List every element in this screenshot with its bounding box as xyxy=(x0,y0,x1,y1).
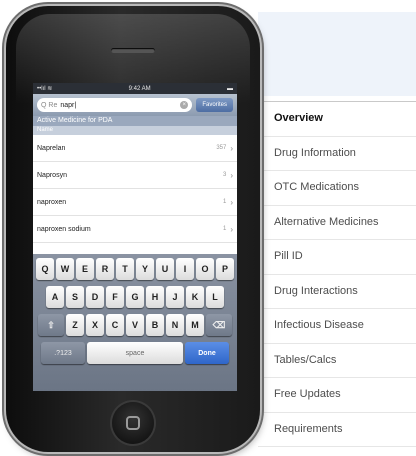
keyboard-row-1: Q W E R T Y U I O P xyxy=(35,258,235,280)
result-name: naproxen sodium xyxy=(37,225,91,233)
keyboard-row-4: .?123 space Done xyxy=(35,342,235,364)
status-time: 9:42 AM xyxy=(128,85,151,92)
battery-icon: ▬ xyxy=(227,85,233,92)
key[interactable]: X xyxy=(86,314,104,336)
result-count: 357 xyxy=(216,145,227,151)
feature-item[interactable]: Alternative Medicines xyxy=(258,206,416,240)
key[interactable]: P xyxy=(216,258,234,280)
key[interactable]: F xyxy=(106,286,124,308)
feature-item[interactable]: Overview xyxy=(258,102,416,137)
key[interactable]: S xyxy=(66,286,84,308)
feature-item[interactable]: OTC Medications xyxy=(258,171,416,206)
result-name: Naprosyn xyxy=(37,171,67,179)
result-count: 3 xyxy=(222,172,227,178)
favorites-button[interactable]: Favorites xyxy=(196,98,233,112)
home-button[interactable] xyxy=(112,402,154,444)
feature-item[interactable]: Pill ID xyxy=(258,240,416,275)
search-bar: Q Re napr| × Favorites xyxy=(33,94,237,116)
key[interactable]: A xyxy=(46,286,64,308)
feature-item[interactable]: Requirements xyxy=(258,413,416,447)
home-square-icon xyxy=(126,416,140,430)
chevron-right-icon: › xyxy=(230,170,233,180)
key[interactable]: G xyxy=(126,286,144,308)
key[interactable]: R xyxy=(96,258,114,280)
result-row[interactable]: Naprosyn 3 › xyxy=(33,162,237,189)
key[interactable]: W xyxy=(56,258,74,280)
clear-search-icon[interactable]: × xyxy=(180,101,189,109)
key[interactable]: Y xyxy=(136,258,154,280)
key[interactable]: Z xyxy=(66,314,84,336)
key[interactable]: L xyxy=(206,286,224,308)
key[interactable]: E xyxy=(76,258,94,280)
feature-item[interactable]: Infectious Disease xyxy=(258,309,416,344)
feature-item[interactable]: Drug Interactions xyxy=(258,275,416,309)
key[interactable]: U xyxy=(156,258,174,280)
column-header: Name xyxy=(33,126,237,135)
key[interactable]: V xyxy=(126,314,144,336)
search-input[interactable]: Q Re napr| × xyxy=(37,98,193,112)
chevron-right-icon: › xyxy=(230,197,233,207)
key[interactable]: K xyxy=(186,286,204,308)
key[interactable]: M xyxy=(186,314,204,336)
key[interactable]: N xyxy=(166,314,184,336)
earpiece-speaker xyxy=(111,48,155,53)
iphone-device: ••lıl ≋ 9:42 AM ▬ Q Re napr| × Favorites… xyxy=(6,6,260,452)
numbers-key[interactable]: .?123 xyxy=(41,342,85,364)
feature-item[interactable]: Free Updates xyxy=(258,378,416,413)
status-bar: ••lıl ≋ 9:42 AM ▬ xyxy=(33,83,237,94)
key[interactable]: C xyxy=(106,314,124,336)
result-name: naproxen xyxy=(37,198,67,206)
key[interactable]: J xyxy=(166,286,184,308)
keyboard-row-3: ⇧ Z X C V B N M ⌫ xyxy=(35,314,235,336)
key[interactable]: O xyxy=(196,258,214,280)
backspace-key-icon[interactable]: ⌫ xyxy=(206,314,232,336)
keyboard-row-2: A S D F G H J K L xyxy=(35,286,235,308)
result-row[interactable]: naproxen sodium 1 › xyxy=(33,216,237,243)
feature-list: Overview Drug Information OTC Medication… xyxy=(258,101,416,447)
result-row[interactable]: Naprelan 357 › xyxy=(33,135,237,162)
phone-screen: ••lıl ≋ 9:42 AM ▬ Q Re napr| × Favorites… xyxy=(33,83,237,391)
result-count: 1 xyxy=(222,226,227,232)
result-count: 1 xyxy=(222,199,227,205)
key[interactable]: D xyxy=(86,286,104,308)
key[interactable]: T xyxy=(116,258,134,280)
key[interactable]: B xyxy=(146,314,164,336)
done-key[interactable]: Done xyxy=(185,342,229,364)
result-name: Naprelan xyxy=(37,144,66,152)
chevron-right-icon: › xyxy=(230,143,233,153)
onscreen-keyboard: Q W E R T Y U I O P A S D F G H J K L ⇧ … xyxy=(33,254,237,391)
signal-indicator: ••lıl ≋ xyxy=(37,86,53,92)
header-band xyxy=(258,12,416,96)
space-key[interactable]: space xyxy=(87,342,183,364)
feature-item[interactable]: Drug Information xyxy=(258,137,416,171)
shift-key-icon[interactable]: ⇧ xyxy=(38,314,64,336)
search-scope: Q Re xyxy=(41,101,58,109)
search-value: napr| xyxy=(60,101,77,109)
section-header: Active Medicine for PDA xyxy=(33,116,237,126)
feature-item[interactable]: Tables/Calcs xyxy=(258,344,416,378)
key[interactable]: I xyxy=(176,258,194,280)
chevron-right-icon: › xyxy=(230,224,233,234)
key[interactable]: H xyxy=(146,286,164,308)
result-row[interactable]: naproxen 1 › xyxy=(33,189,237,216)
key[interactable]: Q xyxy=(36,258,54,280)
